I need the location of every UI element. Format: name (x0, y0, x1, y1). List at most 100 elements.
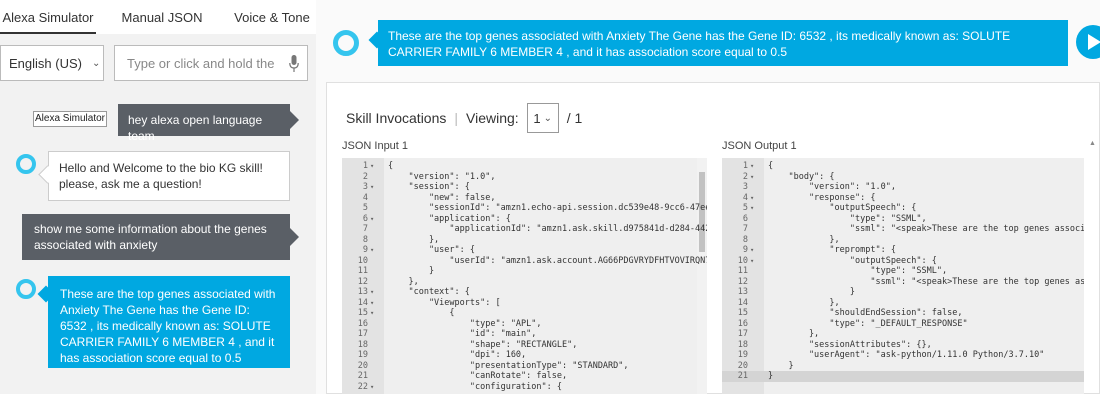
chevron-down-icon: ⌄ (543, 112, 553, 124)
line-number: 22 (357, 381, 368, 392)
utterance-input[interactable] (125, 54, 279, 72)
locale-value: English (US) (9, 55, 82, 71)
line-number: 13 (737, 287, 748, 297)
invocation-page-select[interactable]: 1 ⌄ (526, 103, 559, 133)
fold-toggle-icon[interactable]: ▾ (370, 161, 374, 172)
line-number: 17 (737, 329, 748, 339)
line-number: 3 (742, 182, 748, 192)
code-text: }, (768, 297, 840, 308)
code-text: "id": "main", (388, 329, 537, 339)
code-line: 19 "userAgent": "ask-python/1.11.0 Pytho… (722, 350, 1084, 361)
tab-voice-tone[interactable]: Voice & Tone (228, 0, 316, 34)
line-number: 15 (737, 308, 748, 318)
line-number: 5 (362, 203, 368, 213)
alexa-ring-icon (16, 154, 36, 174)
code-line: 16 "type": "_DEFAULT_RESPONSE" (722, 319, 1084, 330)
play-icon (1088, 34, 1100, 50)
fold-toggle-icon[interactable]: ▾ (750, 172, 754, 183)
code-line: 19 "dpi": 160, (342, 350, 707, 361)
tab-manual-json[interactable]: Manual JSON (96, 0, 228, 34)
code-text: "type": "SSML", (768, 266, 948, 276)
code-line: 13 } (722, 287, 1084, 298)
code-line: 10 "userId": "amzn1.ask.account.AG66PDGV… (342, 256, 707, 267)
fold-toggle-icon[interactable]: ▾ (750, 256, 754, 267)
fold-toggle-icon[interactable]: ▾ (750, 203, 754, 214)
code-text: "ssml": "<speak>These are the top genes … (768, 276, 1084, 287)
line-number: 20 (357, 360, 368, 371)
code-text: } (768, 371, 774, 381)
code-line: 1 ▾ { (342, 161, 707, 172)
line-number: 9 (362, 245, 368, 255)
code-line: 17 "id": "main", (342, 329, 707, 340)
code-text: }, (388, 276, 419, 287)
output-scrollbar[interactable]: ▲ (1088, 140, 1098, 394)
fold-toggle-icon[interactable]: ▾ (370, 214, 374, 225)
code-text: } (388, 266, 435, 276)
code-line: 15 "shouldEndSession": false, (722, 308, 1084, 319)
code-text: "outputSpeech": { (768, 255, 937, 266)
code-line: 8 }, (722, 235, 1084, 246)
locale-dropdown[interactable]: English (US) ⌄ (0, 45, 104, 81)
line-number: 7 (362, 224, 368, 234)
line-number: 15 (357, 308, 368, 318)
code-text: { (768, 161, 774, 171)
code-text: "response": { (768, 192, 876, 203)
line-number: 1 (362, 161, 368, 171)
fold-toggle-icon[interactable]: ▾ (370, 382, 374, 393)
alexa-message: Hello and Welcome to the bio KG skill! p… (48, 151, 290, 201)
line-number: 16 (357, 318, 368, 329)
code-text: } (768, 287, 855, 297)
fold-toggle-icon[interactable]: ▾ (370, 287, 374, 298)
line-number: 20 (737, 360, 748, 371)
code-text: }, (768, 234, 840, 245)
json-input-editor[interactable]: 1 ▾{2 "version": "1.0", 3 ▾ "session": {4 "… (342, 158, 707, 394)
code-text: }, (768, 329, 820, 339)
line-number: 11 (357, 266, 368, 276)
code-line: 5 "sessionId": "amzn1.echo-api.session.d… (342, 203, 707, 214)
line-number: 13 (357, 287, 368, 297)
scroll-up-icon[interactable]: ▲ (1089, 140, 1096, 147)
code-text: "application": { (388, 213, 511, 224)
fold-toggle-icon[interactable]: ▾ (750, 193, 754, 204)
code-line: 16 "type": "APL", (342, 319, 707, 330)
code-text: "reprompt": { (768, 245, 896, 255)
alexa-ring-icon (16, 279, 36, 299)
line-number: 10 (737, 255, 748, 266)
page-total: / 1 (566, 110, 583, 126)
fold-toggle-icon[interactable]: ▾ (370, 308, 374, 319)
fold-toggle-icon[interactable]: ▾ (750, 245, 754, 256)
json-output-editor[interactable]: 1 ▾{2 ▾ "body": {3 "version": "1.0", 4 ▾ "re… (722, 158, 1084, 394)
json-input-title: JSON Input 1 (342, 140, 409, 152)
code-text: "userAgent": "ask-python/1.11.0 Python/3… (768, 350, 1045, 360)
code-line: 18 "sessionAttributes": {}, (722, 340, 1084, 351)
tab-bar: Alexa Simulator Manual JSON Voice & Tone (0, 0, 316, 34)
utterance-input-box[interactable] (114, 45, 308, 81)
code-text: } (768, 360, 794, 371)
code-text: "sessionId": "amzn1.echo-api.session.dc5… (388, 203, 707, 213)
response-banner: These are the top genes associated with … (378, 20, 1068, 66)
code-line: 12 }, (342, 277, 707, 288)
code-line: 15 ▾ { (342, 308, 707, 319)
code-line: 3 ▾ "session": { (342, 182, 707, 193)
json-output-title: JSON Output 1 (722, 140, 797, 152)
code-text: "new": false, (388, 192, 496, 203)
code-line: 2 "version": "1.0", (342, 172, 707, 183)
alexa-response-message: These are the top genes associated with … (48, 276, 290, 368)
tab-alexa-simulator[interactable]: Alexa Simulator (0, 0, 96, 34)
user-message: show me some information about the genes… (22, 214, 299, 260)
code-line: 20 } (722, 361, 1084, 372)
fold-toggle-icon[interactable]: ▾ (370, 245, 374, 256)
left-panel: Alexa Simulator Manual JSON Voice & Tone… (0, 0, 316, 394)
code-line: 6 ▾ "application": { (342, 214, 707, 225)
code-line: 5 ▾ "outputSpeech": { (722, 203, 1084, 214)
code-text: "userId": "amzn1.ask.account.AG66PDGVRYD… (388, 255, 707, 266)
fold-toggle-icon[interactable]: ▾ (370, 298, 374, 309)
line-number: 2 (742, 171, 748, 182)
line-number: 2 (362, 171, 368, 182)
code-text: "shouldEndSession": false, (768, 308, 963, 318)
fold-toggle-icon[interactable]: ▾ (750, 161, 754, 172)
line-number: 8 (742, 234, 748, 245)
code-line: 2 ▾ "body": { (722, 172, 1084, 183)
fold-toggle-icon[interactable]: ▾ (370, 182, 374, 193)
mic-icon[interactable] (289, 55, 299, 73)
